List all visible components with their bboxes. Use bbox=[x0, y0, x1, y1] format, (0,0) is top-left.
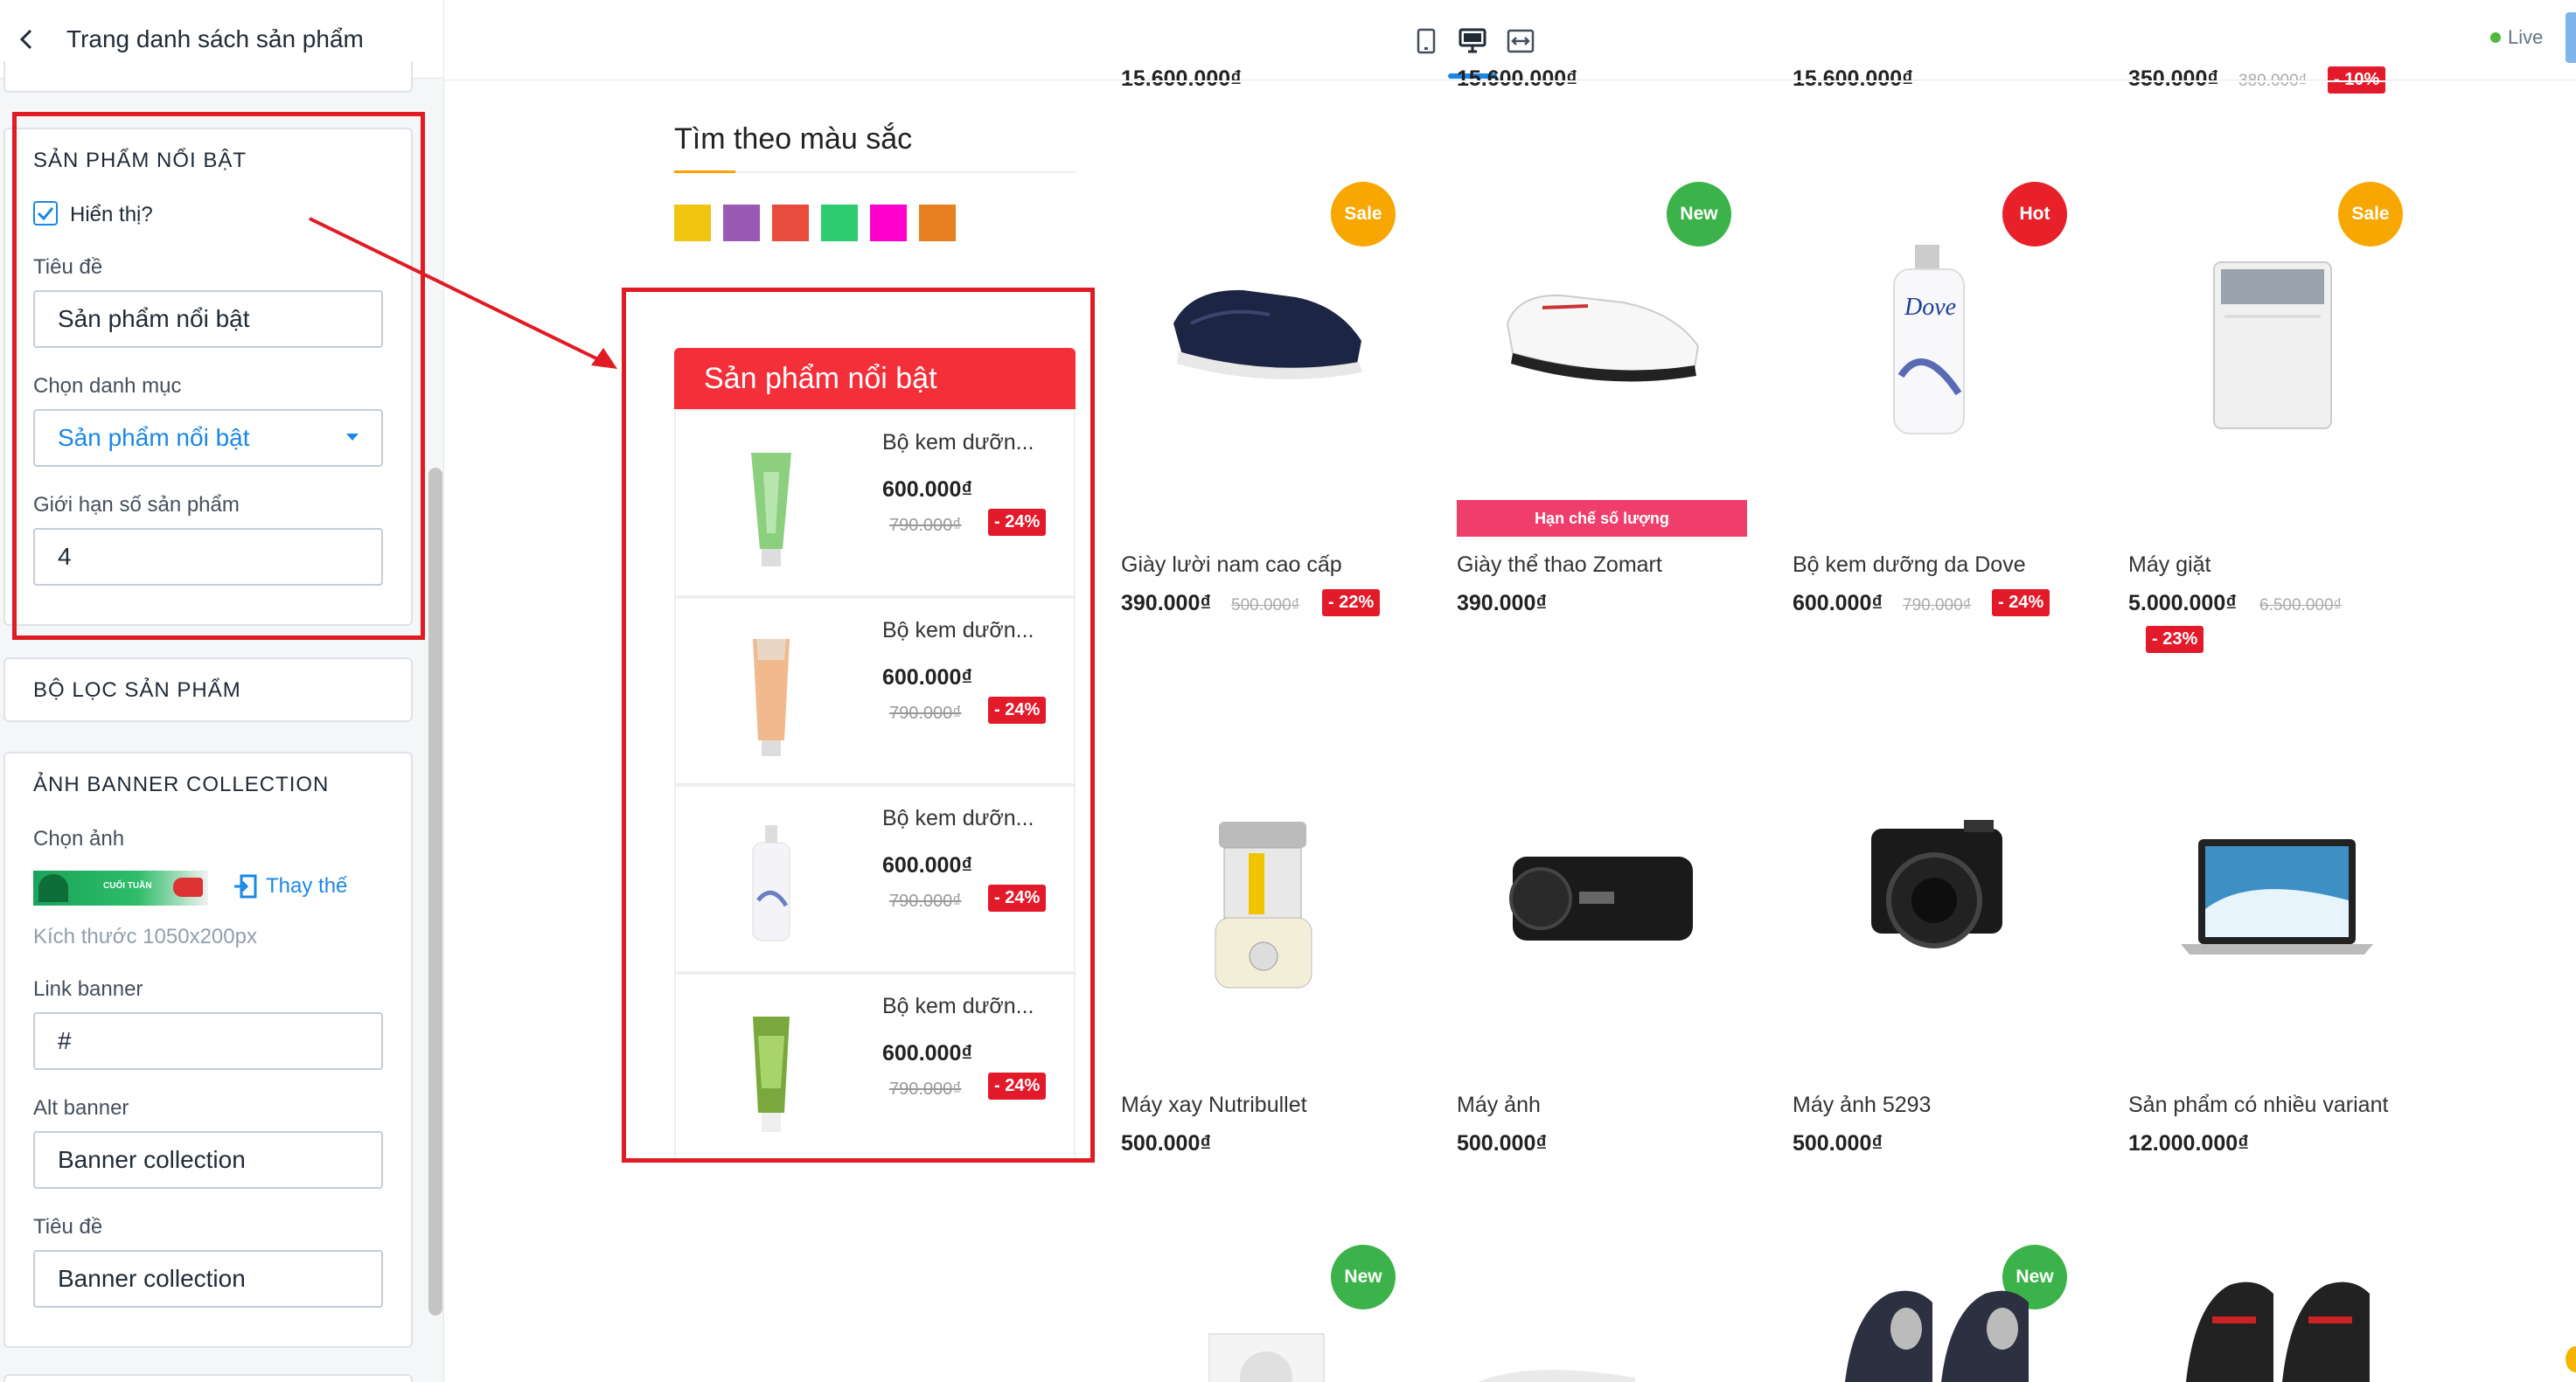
top-row-price-4: 350.000₫ bbox=[2128, 66, 2219, 91]
color-filter-divider-accent bbox=[674, 170, 735, 173]
product-price: 500.000₫ bbox=[1457, 1131, 1548, 1156]
product-price: 5.000.000₫ bbox=[2128, 591, 2238, 615]
camcorder-image bbox=[1509, 857, 1693, 941]
camera-image bbox=[1871, 820, 2002, 948]
product-old-price: 500.000₫ bbox=[1231, 596, 1300, 615]
product-price: 600.000₫ bbox=[1793, 591, 1883, 615]
banner-shoe-shape bbox=[173, 878, 203, 897]
product-price: 500.000₫ bbox=[1793, 1131, 1883, 1156]
banner-thumb-text: CUỐI TUẦN bbox=[103, 881, 152, 891]
top-row-price-3: 15.600.000₫ bbox=[1793, 66, 1913, 91]
product-name[interactable]: Máy giặt bbox=[2128, 552, 2210, 578]
annotation-box-settings bbox=[12, 112, 425, 640]
product-price: 390.000₫ bbox=[1457, 591, 1548, 615]
banner-collection-card: ẢNH BANNER COLLECTION Chọn ảnh CUỐI TUẦN… bbox=[3, 752, 413, 1348]
mobile-icon bbox=[1417, 28, 1436, 54]
replace-label: Thay thế bbox=[266, 874, 348, 898]
product-card[interactable]: Máy ảnh 500.000₫ bbox=[1457, 769, 1745, 1156]
product-name[interactable]: Máy xay Nutribullet bbox=[1121, 1093, 1307, 1118]
live-label: Live bbox=[2508, 26, 2544, 48]
banner-person-shape bbox=[38, 874, 68, 902]
banner-title-input[interactable]: Banner collection bbox=[33, 1250, 383, 1308]
annotation-arrow-icon bbox=[309, 217, 617, 369]
sale-ribbon: Sale bbox=[1331, 182, 1396, 247]
banner-card-title: ẢNH BANNER COLLECTION bbox=[33, 773, 330, 796]
product-discount: - 24% bbox=[1992, 589, 2050, 616]
product-name[interactable]: Sản phẩm có nhiều variant bbox=[2128, 1093, 2388, 1118]
red-sneakers-partial-image bbox=[2186, 1281, 2370, 1382]
mobile-view-button[interactable] bbox=[1410, 24, 1443, 58]
product-card[interactable]: Máy xay Nutribullet 500.000₫ bbox=[1121, 769, 1410, 1156]
product-name[interactable]: Giày thể thao Zomart bbox=[1457, 552, 1662, 578]
edge-panel-handle[interactable] bbox=[2566, 12, 2576, 63]
live-dot-icon bbox=[2490, 32, 2501, 43]
replace-icon bbox=[234, 874, 257, 899]
floating-chat-button[interactable] bbox=[2566, 1346, 2576, 1372]
product-discount: - 23% bbox=[2146, 626, 2204, 653]
new-ribbon: New bbox=[1667, 182, 1731, 247]
link-banner-input[interactable]: # bbox=[33, 1012, 383, 1070]
color-swatch-magenta[interactable] bbox=[870, 205, 907, 241]
product-name[interactable]: Bộ kem dưỡng da Dove bbox=[1793, 552, 2026, 578]
fullwidth-view-button[interactable] bbox=[1504, 24, 1537, 58]
top-row-price-1: 15.600.000₫ bbox=[1121, 66, 1242, 91]
product-filter-card[interactable]: BỘ LỌC SẢN PHẨM bbox=[3, 657, 413, 722]
choose-image-label: Chọn ảnh bbox=[33, 827, 125, 851]
product-name[interactable]: Máy ảnh 5293 bbox=[1793, 1093, 1931, 1118]
product-card[interactable]: Dove Bộ kem dưỡng da Dove 600.000₫ 790.0… bbox=[1793, 192, 2081, 629]
color-filter-title: Tìm theo màu sắc bbox=[674, 122, 913, 156]
alt-banner-label: Alt banner bbox=[33, 1096, 129, 1120]
expand-horizontal-icon bbox=[1507, 29, 1535, 53]
back-button[interactable] bbox=[9, 22, 44, 57]
product-price: 500.000₫ bbox=[1121, 1131, 1212, 1156]
sale-ribbon: Sale bbox=[2338, 182, 2403, 247]
toolbar-mask bbox=[444, 80, 2576, 82]
blender-image bbox=[1215, 822, 1312, 989]
image-size-hint: Kích thước 1050x200px bbox=[33, 925, 257, 948]
link-banner-label: Link banner bbox=[33, 977, 143, 1001]
color-swatch-yellow[interactable] bbox=[674, 205, 711, 241]
annotation-box-preview bbox=[622, 288, 1095, 1163]
color-swatch-green[interactable] bbox=[821, 205, 858, 241]
hot-ribbon: Hot bbox=[2002, 182, 2067, 247]
previous-settings-card bbox=[3, 61, 413, 93]
chevron-left-icon bbox=[19, 29, 32, 50]
product-old-price: 790.000₫ bbox=[1903, 596, 1972, 615]
page-root: Trang danh sách sản phẩm SẢN PHẨM NỔI BẬ… bbox=[0, 0, 2576, 1382]
product-card[interactable]: Máy ảnh 5293 500.000₫ bbox=[1793, 769, 2081, 1156]
desktop-view-button[interactable] bbox=[1456, 24, 1489, 58]
filter-card-title: BỘ LỌC SẢN PHẨM bbox=[33, 678, 241, 702]
product-name[interactable]: Giày lười nam cao cấp bbox=[1121, 552, 1342, 578]
next-settings-card bbox=[3, 1374, 413, 1382]
product-card[interactable]: Hạn chế số lượng Giày thể thao Zomart 39… bbox=[1457, 192, 1747, 629]
alt-banner-input[interactable]: Banner collection bbox=[33, 1131, 383, 1189]
desktop-icon bbox=[1459, 28, 1486, 53]
product-card[interactable]: Sản phẩm có nhiều variant 12.000.000₫ bbox=[2128, 769, 2417, 1156]
product-name[interactable]: Máy ảnh bbox=[1457, 1093, 1541, 1118]
shoe-partial-image bbox=[1478, 1370, 1635, 1382]
svg-text:Dove: Dove bbox=[1904, 294, 1956, 321]
banner-thumbnail[interactable]: CUỐI TUẦN bbox=[33, 871, 208, 906]
dark-sneakers-partial-image bbox=[1845, 1290, 2029, 1382]
live-status: Live bbox=[2490, 26, 2543, 49]
limited-stock-label: Hạn chế số lượng bbox=[1457, 500, 1747, 537]
banner-title-label: Tiêu đề bbox=[33, 1215, 103, 1239]
new-ribbon: New bbox=[1331, 1245, 1396, 1309]
sidebar-title: Trang danh sách sản phẩm bbox=[66, 25, 364, 52]
replace-image-button[interactable]: Thay thế bbox=[234, 874, 347, 899]
product-price: 390.000₫ bbox=[1121, 591, 1212, 615]
product-old-price: 6.500.000₫ bbox=[2259, 596, 2343, 615]
product-discount: - 22% bbox=[1322, 589, 1381, 616]
laptop-image bbox=[2181, 839, 2373, 955]
washer-partial-image bbox=[1208, 1333, 1325, 1382]
sidebar-scrollbar[interactable] bbox=[428, 468, 442, 1316]
top-row-price-2: 15.600.000₫ bbox=[1457, 66, 1577, 91]
product-card[interactable]: Máy giặt 5.000.000₫ 6.500.000₫ - 23% bbox=[2128, 192, 2417, 664]
color-swatch-red[interactable] bbox=[772, 205, 809, 241]
product-card[interactable]: Giày lười nam cao cấp 390.000₫ 500.000₫ … bbox=[1121, 192, 1410, 629]
color-swatch-orange[interactable] bbox=[919, 205, 956, 241]
color-swatch-purple[interactable] bbox=[723, 205, 760, 241]
product-price: 12.000.000₫ bbox=[2128, 1131, 2249, 1156]
